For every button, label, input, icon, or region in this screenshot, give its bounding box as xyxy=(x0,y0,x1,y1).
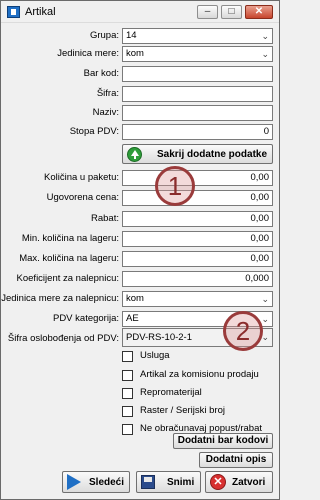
hide-extra-data-button[interactable]: Sakrij dodatne podatke xyxy=(122,144,273,164)
min-kolicina-input[interactable]: 0,00 xyxy=(122,231,273,247)
chevron-down-icon: ⌄ xyxy=(261,294,269,304)
zatvori-label: Zatvori xyxy=(232,477,266,488)
jedinica-nalepnica-value: kom xyxy=(126,293,144,304)
window-title: Artikal xyxy=(25,6,56,18)
jedinica-nalepnica-select[interactable]: kom ⌄ xyxy=(122,291,273,307)
sifra-input[interactable] xyxy=(122,86,273,102)
snimi-button[interactable]: Snimi xyxy=(136,471,201,493)
dodatni-bar-kodovi-button[interactable]: Dodatni bar kodovi xyxy=(173,433,273,449)
checkbox-box[interactable] xyxy=(122,406,133,417)
floppy-disk-icon xyxy=(141,475,155,489)
bar-kod-label: Bar kod: xyxy=(83,68,119,79)
grupa-value: 14 xyxy=(126,30,137,41)
sifra-oslobodjenja-label: Šifra oslobođenja od PDV: xyxy=(7,333,119,344)
naziv-label: Naziv: xyxy=(92,107,119,118)
close-window-button[interactable]: ✕ xyxy=(245,5,273,19)
sledeci-label: Sledeći xyxy=(89,477,125,488)
checkbox-label: Raster / Serijski broj xyxy=(140,405,225,416)
stopa-pdv-label: Stopa PDV: xyxy=(69,126,119,137)
checkbox-box[interactable] xyxy=(122,388,133,399)
app-icon xyxy=(7,6,20,18)
checkbox-label: Artikal za komisionu prodaju xyxy=(140,369,259,380)
sifra-oslobodjenja-value: PDV-RS-10-2-1 xyxy=(126,332,192,343)
pdv-kategorija-value: AE xyxy=(126,313,139,324)
chevron-down-icon: ⌄ xyxy=(261,314,269,324)
annotation-marker-2: 2 xyxy=(223,311,263,351)
annotation-marker-1: 1 xyxy=(155,166,195,206)
green-up-arrow-icon xyxy=(127,147,142,162)
rabat-input[interactable]: 0,00 xyxy=(122,211,273,227)
jedinica-nalepnica-label: Jedinica mere za nalepnicu: xyxy=(1,293,119,304)
grupa-label: Grupa: xyxy=(89,30,119,41)
blue-next-arrow-icon xyxy=(67,474,81,490)
checkbox-box[interactable] xyxy=(122,370,133,381)
snimi-label: Snimi xyxy=(167,477,195,488)
pdv-kategorija-label: PDV kategorija: xyxy=(52,313,119,324)
bar-kod-input[interactable] xyxy=(122,66,273,82)
kolicina-u-paketu-label: Količina u paketu: xyxy=(44,172,119,183)
kolicina-u-paketu-input[interactable]: 0,00 xyxy=(122,170,273,186)
ugovorena-cena-input[interactable]: 0,00 xyxy=(122,190,273,206)
zatvori-button[interactable]: ✕ Zatvori xyxy=(205,471,273,493)
jedinica-mere-value: kom xyxy=(126,48,144,59)
grupa-select[interactable]: 14 ⌄ xyxy=(122,28,273,44)
hide-extra-data-label: Sakrij dodatne podatke xyxy=(157,149,268,160)
sledeci-button[interactable]: Sledeći xyxy=(62,471,130,493)
rabat-label: Rabat: xyxy=(91,213,119,224)
red-x-icon: ✕ xyxy=(210,474,226,490)
stopa-pdv-input[interactable]: 0 xyxy=(122,124,273,140)
min-kolicina-label: Min. količina na lageru: xyxy=(21,233,119,244)
jedinica-mere-label: Jedinica mere: xyxy=(57,48,119,59)
max-kolicina-input[interactable]: 0,00 xyxy=(122,251,273,267)
sifra-label: Šifra: xyxy=(96,88,119,99)
naziv-input[interactable] xyxy=(122,105,273,121)
ugovorena-cena-label: Ugovorena cena: xyxy=(46,192,119,203)
maximize-button[interactable]: □ xyxy=(221,5,242,19)
checkbox-box[interactable] xyxy=(122,351,133,362)
checkbox-label: Repromaterijal xyxy=(140,387,202,398)
jedinica-mere-select[interactable]: kom ⌄ xyxy=(122,46,273,62)
max-kolicina-label: Max. količina na lageru: xyxy=(19,253,119,264)
artikal-window: Artikal – □ ✕ Grupa: 14 ⌄ Jedinica mere:… xyxy=(0,0,280,500)
koeficijent-label: Koeficijent za nalepnicu: xyxy=(16,273,119,284)
checkbox-box[interactable] xyxy=(122,424,133,435)
checkbox-label: Usluga xyxy=(140,350,170,361)
chevron-down-icon: ⌄ xyxy=(261,49,269,59)
minimize-button[interactable]: – xyxy=(197,5,218,19)
title-bar: Artikal – □ ✕ xyxy=(1,1,279,23)
koeficijent-input[interactable]: 0,000 xyxy=(122,271,273,287)
dodatni-opis-button[interactable]: Dodatni opis xyxy=(199,452,273,468)
chevron-down-icon: ⌄ xyxy=(261,31,269,41)
